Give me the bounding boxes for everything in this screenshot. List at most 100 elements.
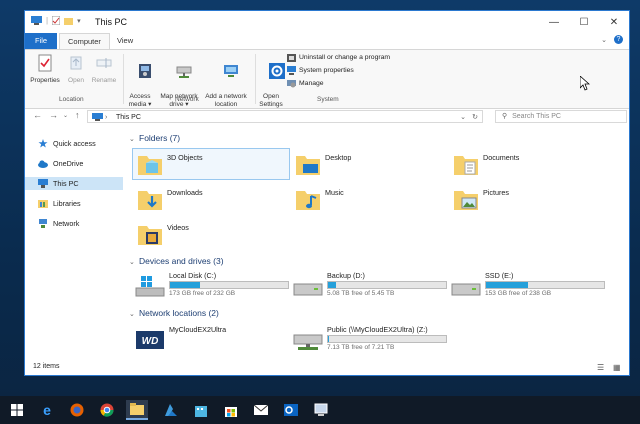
- chevron-down-icon[interactable]: ⌄: [129, 135, 139, 143]
- azure-icon[interactable]: [160, 400, 182, 420]
- folder-name: Pictures: [483, 188, 509, 197]
- large-icons-view-icon[interactable]: ▦: [613, 363, 621, 372]
- drive-e[interactable]: SSD (E:) 153 GB free of 238 GB: [449, 269, 605, 299]
- up-arrow-icon[interactable]: ↑: [75, 110, 80, 120]
- minimize-button[interactable]: —: [539, 11, 569, 33]
- chevron-down-icon[interactable]: ⌄: [460, 111, 466, 124]
- edge-browser-icon[interactable]: e: [36, 400, 58, 420]
- outlook-icon[interactable]: [280, 400, 302, 420]
- hard-drive-icon: [293, 283, 323, 296]
- section-title: Folders (7): [139, 133, 181, 143]
- drive-name: Public (\\MyCloudEX2Ultra) (Z:): [327, 325, 428, 334]
- chevron-down-icon[interactable]: ⌄: [63, 112, 68, 119]
- window-title: This PC: [95, 17, 128, 27]
- folder-name: Documents: [483, 153, 520, 162]
- properties-button[interactable]: Properties: [29, 54, 61, 85]
- rename-button[interactable]: Rename: [89, 54, 119, 85]
- button-label: Rename: [91, 77, 117, 84]
- chevron-down-icon[interactable]: ⌄: [129, 310, 139, 318]
- search-input[interactable]: ⚲ Search This PC: [495, 110, 627, 123]
- drive-d[interactable]: Backup (D:) 5.08 TB free of 5.45 TB: [291, 269, 447, 299]
- drive-c[interactable]: Local Disk (C:) 173 GB free of 232 GB: [133, 269, 289, 299]
- refresh-icon[interactable]: ↻: [472, 111, 478, 124]
- sidebar-item-network[interactable]: Network: [25, 217, 123, 230]
- firefox-icon[interactable]: [66, 400, 88, 420]
- rename-icon: [96, 58, 112, 68]
- open-icon: [70, 56, 82, 70]
- folder-videos[interactable]: Videos: [133, 219, 289, 249]
- network-drive-z[interactable]: Public (\\MyCloudEX2Ultra) (Z:) 7.13 TB …: [291, 323, 447, 353]
- videos-folder-icon: [138, 226, 162, 245]
- folders-section-header[interactable]: ⌄ Folders (7): [129, 133, 180, 143]
- help-icon[interactable]: ?: [614, 35, 623, 44]
- drive-usage-bar: [327, 335, 447, 343]
- documents-folder-icon: [454, 156, 478, 175]
- status-item-count: 12 items: [33, 363, 60, 370]
- folder-name: 3D Objects: [167, 153, 203, 162]
- mail-icon[interactable]: [250, 400, 272, 420]
- address-bar[interactable]: › This PC ⌄ ↻: [87, 110, 483, 123]
- start-button[interactable]: [6, 400, 28, 420]
- network-locations-section-header[interactable]: ⌄ Network locations (2): [129, 308, 219, 318]
- button-label: System properties: [299, 67, 354, 74]
- building-app-icon[interactable]: [190, 400, 212, 420]
- desktop-folder-icon: [296, 156, 320, 175]
- close-button[interactable]: ✕: [599, 11, 629, 33]
- maximize-button[interactable]: ☐: [569, 11, 599, 33]
- sidebar-item-quick-access[interactable]: Quick access: [25, 137, 123, 150]
- chevron-down-icon[interactable]: ⌄: [129, 258, 139, 266]
- sidebar-item-onedrive[interactable]: OneDrive: [25, 157, 123, 170]
- group-label-location: Location: [59, 96, 84, 103]
- file-explorer-taskbar-icon[interactable]: [126, 400, 148, 420]
- chevron-down-icon[interactable]: ▾: [77, 17, 81, 25]
- drive-usage-bar: [485, 281, 605, 289]
- windows-logo-icon: [11, 404, 23, 416]
- address-text: This PC: [116, 114, 141, 121]
- manage-button[interactable]: Manage: [287, 79, 324, 88]
- map-network-drive-icon: [176, 66, 192, 78]
- store-icon[interactable]: [220, 400, 242, 420]
- folder-documents[interactable]: Documents: [449, 149, 605, 179]
- network-device-mycloud[interactable]: WD MyCloudEX2Ultra: [133, 323, 289, 353]
- folder-name: Videos: [167, 223, 189, 232]
- this-pc-icon: [92, 113, 103, 121]
- divider: [255, 54, 256, 104]
- chevron-down-icon[interactable]: ⌄: [601, 36, 607, 44]
- tab-file[interactable]: File: [25, 33, 58, 49]
- drive-name: SSD (E:): [485, 271, 514, 280]
- drive-usage-bar: [169, 281, 289, 289]
- drive-space: 153 GB free of 238 GB: [485, 290, 552, 297]
- this-pc-icon: [31, 16, 42, 25]
- uninstall-program-button[interactable]: Uninstall or change a program: [287, 53, 390, 62]
- ribbon: Properties Open Rename Location Access m…: [25, 49, 629, 109]
- library-icon: [38, 200, 48, 208]
- separator: |: [46, 16, 49, 25]
- folder-desktop[interactable]: Desktop: [291, 149, 447, 179]
- folder-pictures[interactable]: Pictures: [449, 184, 605, 214]
- details-view-icon[interactable]: ☰: [597, 363, 604, 372]
- folder-3d-objects[interactable]: 3D Objects: [132, 148, 290, 180]
- sidebar-item-label: Quick access: [53, 139, 96, 148]
- sidebar-item-label: Network: [53, 219, 80, 228]
- music-folder-icon: [296, 191, 320, 210]
- remote-desktop-icon[interactable]: [310, 400, 332, 420]
- folder-name: Downloads: [167, 188, 203, 197]
- open-button[interactable]: Open: [63, 54, 89, 85]
- properties-small-icon[interactable]: [52, 16, 61, 25]
- forward-arrow-icon[interactable]: →: [49, 110, 58, 120]
- chevron-right-icon[interactable]: ›: [105, 111, 107, 124]
- system-properties-button[interactable]: System properties: [287, 66, 354, 75]
- sidebar-item-label: OneDrive: [53, 159, 84, 168]
- folder-downloads[interactable]: Downloads: [133, 184, 289, 214]
- sidebar-item-libraries[interactable]: Libraries: [25, 197, 123, 210]
- new-folder-small-icon[interactable]: [64, 16, 74, 25]
- button-label: Add a network location: [205, 93, 247, 108]
- downloads-folder-icon: [138, 191, 162, 210]
- chrome-icon[interactable]: [96, 400, 118, 420]
- sidebar-item-this-pc[interactable]: This PC: [25, 177, 123, 190]
- tab-computer[interactable]: Computer: [59, 33, 110, 50]
- drives-section-header[interactable]: ⌄ Devices and drives (3): [129, 256, 224, 266]
- folder-music[interactable]: Music: [291, 184, 447, 214]
- tab-view[interactable]: View: [109, 33, 141, 49]
- back-arrow-icon[interactable]: ←: [33, 110, 42, 120]
